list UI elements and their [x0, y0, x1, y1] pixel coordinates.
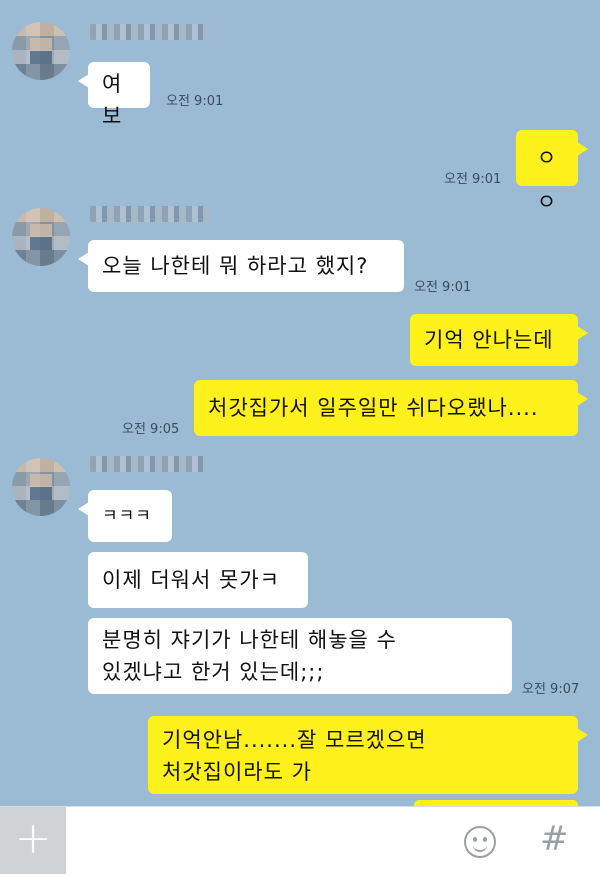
avatar[interactable]: [12, 458, 70, 516]
sender-name-blurred: [90, 24, 210, 40]
message-bubble-received[interactable]: 여보: [78, 62, 150, 128]
sender-name-blurred: [90, 206, 210, 222]
input-bar: + #: [0, 806, 600, 874]
message-time: 오전 9:07: [522, 682, 580, 697]
avatar[interactable]: [12, 208, 70, 266]
message-time: 오전 9:01: [166, 94, 224, 109]
message-bubble-sent[interactable]: 기억 안나는데: [410, 314, 588, 366]
sender-name-blurred: [90, 456, 206, 472]
message-time: 오전 9:01: [414, 280, 472, 295]
message-bubble-sent[interactable]: ㅇㅇ: [516, 130, 588, 214]
hash-icon[interactable]: #: [540, 819, 569, 859]
message-time: 오전 9:05: [122, 422, 180, 437]
smiley-mouth: [473, 842, 487, 852]
message-bubble-sent[interactable]: 처갓집가서 일주일만 쉬다오랬나....: [194, 380, 588, 436]
avatar[interactable]: [12, 22, 70, 80]
message-bubble-received[interactable]: 이제 더워서 못가ㅋ: [88, 552, 308, 608]
message-bubble-received[interactable]: 오늘 나한테 뭐 하라고 했지?: [78, 240, 404, 292]
message-time: 오전 9:01: [444, 172, 502, 187]
plus-icon[interactable]: +: [0, 807, 66, 874]
message-bubble-sent[interactable]: 기억안남.......잘 모르겠으면 처갓집이라도 가: [148, 716, 588, 794]
smiley-icon[interactable]: [464, 826, 496, 858]
message-bubble-received[interactable]: 분명히 쟈기가 나한테 해놓을 수 있겠냐고 한거 있는데;;;: [88, 618, 512, 694]
message-bubble-received[interactable]: ㅋㅋㅋ: [78, 490, 172, 542]
